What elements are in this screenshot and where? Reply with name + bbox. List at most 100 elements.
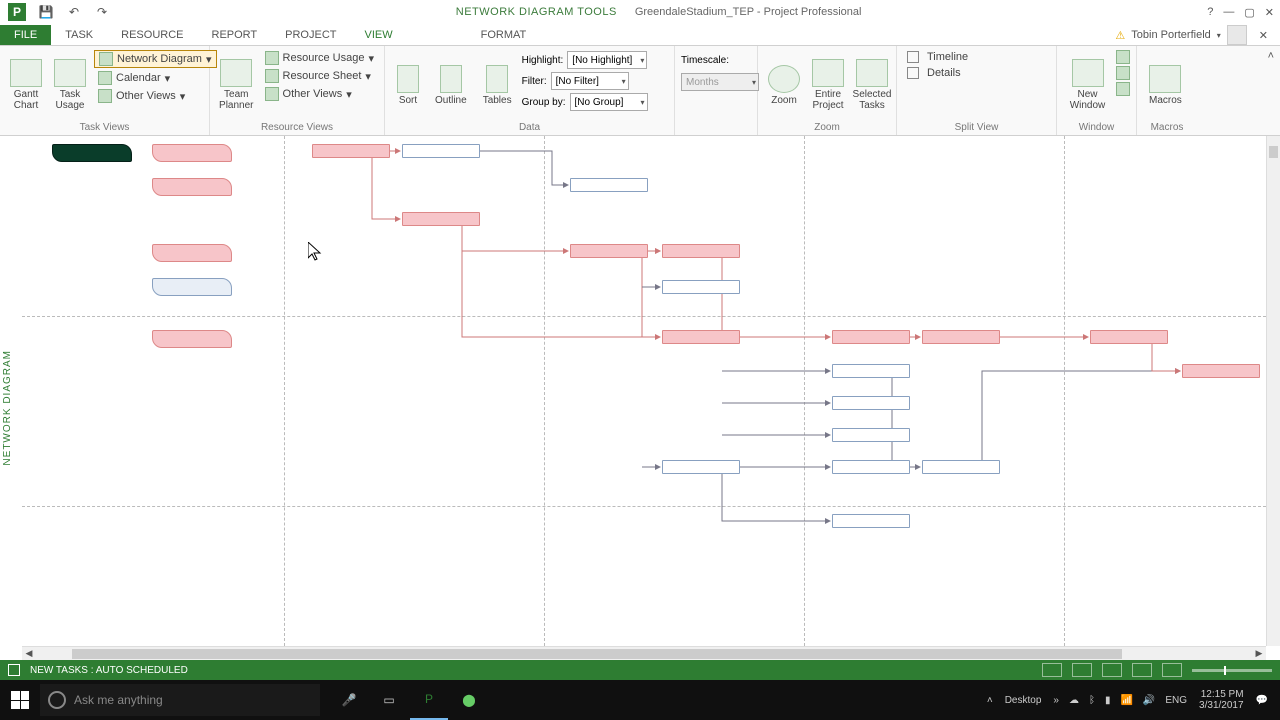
close-icon[interactable]: ✕ [1265,6,1274,19]
team-planner-button[interactable]: Team Planner [216,50,257,120]
task-view-icon[interactable]: ▭ [370,680,408,720]
task-node[interactable] [570,178,648,192]
network-diagram-canvas[interactable] [22,136,1266,646]
gantt-chart-button[interactable]: Gantt Chart [6,50,46,120]
tray-clock[interactable]: 12:15 PM3/31/2017 [1193,689,1250,711]
other-views-2-button[interactable]: Other Views ▾ [261,86,378,102]
arrange-icon[interactable] [1116,50,1130,64]
user-name[interactable]: Tobin Porterfield [1131,29,1211,41]
tab-project[interactable]: PROJECT [271,25,350,45]
task-node[interactable] [402,212,480,226]
calendar-button[interactable]: Calendar ▾ [94,70,217,86]
app-icon: P [8,3,26,21]
sort-button[interactable]: Sort [391,50,425,120]
task-node[interactable] [402,144,480,158]
tray-battery-icon[interactable]: ▮ [1101,695,1115,706]
task-node[interactable] [570,244,648,258]
tab-resource[interactable]: RESOURCE [107,25,197,45]
selected-tasks-button[interactable]: Selected Tasks [852,50,892,120]
resource-sheet-button[interactable]: Resource Sheet ▾ [261,68,378,84]
task-node[interactable] [832,396,910,410]
zoom-button[interactable]: Zoom [764,50,804,120]
group-task-views: Task Views [6,120,203,133]
task-node[interactable] [832,428,910,442]
switch-icon[interactable] [1116,82,1130,96]
task-node[interactable] [662,330,740,344]
tray-network-icon[interactable]: 📶 [1116,695,1136,706]
task-node[interactable] [152,330,232,348]
groupby-combo[interactable]: [No Group] [570,93,648,111]
tables-button[interactable]: Tables [477,50,518,120]
view-report-icon[interactable] [1162,663,1182,677]
task-node[interactable] [922,330,1000,344]
status-mode-icon[interactable] [8,664,20,676]
view-gantt-icon[interactable] [1042,663,1062,677]
file-tab[interactable]: FILE [0,25,51,45]
task-node[interactable] [832,330,910,344]
new-window-button[interactable]: New Window [1063,50,1112,120]
task-node[interactable] [832,460,910,474]
task-node[interactable] [1090,330,1168,344]
start-button[interactable] [0,680,40,720]
tray-volume-icon[interactable]: 🔊 [1139,695,1159,706]
tab-task[interactable]: TASK [51,25,107,45]
help-icon[interactable]: ? [1207,6,1213,19]
timeline-check[interactable]: Timeline [903,50,972,64]
user-avatar[interactable] [1227,25,1247,45]
close-ribbon-icon[interactable]: ✕ [1253,29,1274,42]
network-diagram-button[interactable]: Network Diagram ▾ [94,50,217,68]
task-node[interactable] [662,244,740,258]
task-node[interactable] [152,278,232,296]
tab-report[interactable]: REPORT [198,25,272,45]
resource-usage-button[interactable]: Resource Usage ▾ [261,50,378,66]
task-node[interactable] [662,280,740,294]
outline-button[interactable]: Outline [429,50,473,120]
task-node[interactable] [52,144,132,162]
taskbar-app-icon[interactable]: ⬤ [450,680,488,720]
task-node[interactable] [662,460,740,474]
minimize-icon[interactable]: — [1223,6,1234,19]
task-node[interactable] [832,364,910,378]
tray-chevron-icon[interactable]: ˄ [983,695,997,706]
tray-chevron-2-icon[interactable]: » [1049,695,1063,706]
tray-lang[interactable]: ENG [1161,695,1191,706]
collapse-ribbon-icon[interactable]: ˄ [1262,46,1280,135]
task-node[interactable] [922,460,1000,474]
view-resource-sheet-icon[interactable] [1132,663,1152,677]
undo-icon[interactable]: ↶ [66,4,82,20]
tab-view[interactable]: VIEW [350,25,406,45]
horizontal-scrollbar[interactable]: ◀▶ [22,646,1266,660]
search-box[interactable]: Ask me anything [40,684,320,716]
entire-project-button[interactable]: Entire Project [808,50,848,120]
task-node[interactable] [152,244,232,262]
highlight-combo[interactable]: [No Highlight] [567,51,647,69]
macros-button[interactable]: Macros [1143,50,1188,120]
group-macros: Macros [1143,120,1191,133]
redo-icon[interactable]: ↷ [94,4,110,20]
details-check[interactable]: Details [903,66,972,80]
taskbar-project-icon[interactable]: P [410,680,448,720]
tray-bluetooth-icon[interactable]: ᛒ [1085,695,1099,706]
save-icon[interactable]: 💾 [38,4,54,20]
highlight-label: Highlight: [522,55,564,66]
task-node[interactable] [312,144,390,158]
zoom-slider[interactable] [1192,669,1272,672]
user-dropdown-icon[interactable]: ▾ [1217,31,1221,40]
hide-icon[interactable] [1116,66,1130,80]
tray-notifications-icon[interactable]: 💬 [1252,695,1272,706]
view-task-usage-icon[interactable] [1072,663,1092,677]
tab-format[interactable]: FORMAT [467,25,541,45]
task-node[interactable] [832,514,910,528]
task-node[interactable] [1182,364,1260,378]
vertical-scrollbar[interactable] [1266,136,1280,646]
task-node[interactable] [152,144,232,162]
task-node[interactable] [152,178,232,196]
maximize-icon[interactable]: ▢ [1244,6,1254,19]
other-views-1-button[interactable]: Other Views ▾ [94,88,217,104]
tray-onedrive-icon[interactable]: ☁ [1065,695,1083,706]
task-usage-button[interactable]: Task Usage [50,50,90,120]
mic-icon[interactable]: 🎤 [330,680,368,720]
view-team-planner-icon[interactable] [1102,663,1122,677]
desktop-toolbar[interactable]: Desktop [999,695,1048,706]
filter-combo[interactable]: [No Filter] [551,72,629,90]
